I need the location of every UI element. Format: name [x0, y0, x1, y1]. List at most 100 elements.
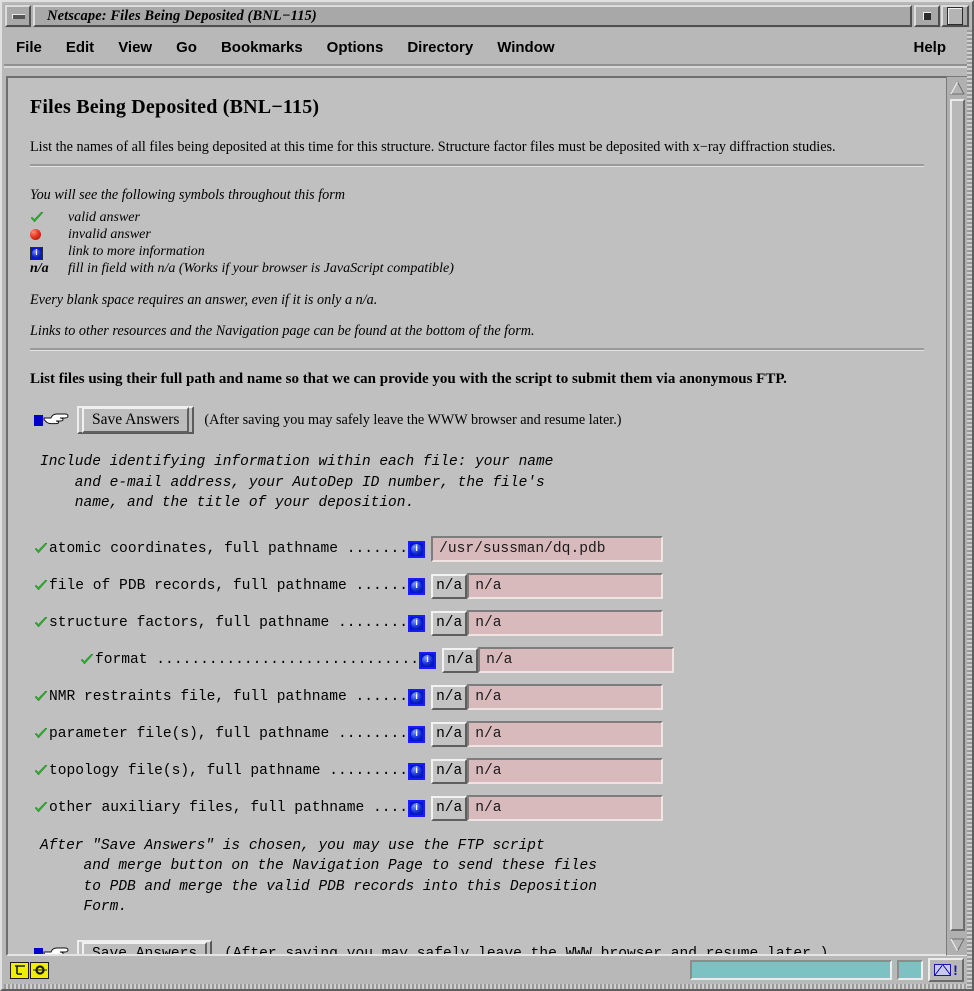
legend-intro: You will see the following symbols throu… — [30, 187, 346, 203]
pointing-hand-icon — [34, 412, 69, 428]
mail-button[interactable]: ! — [928, 958, 964, 982]
file-path-input[interactable]: n/a — [467, 758, 664, 785]
symbol-legend: valid answer invalid answer i link to mo… — [30, 210, 454, 278]
menu-item-view[interactable]: View — [108, 36, 162, 59]
file-field-row: other auxiliary files, full pathname ...… — [34, 795, 928, 822]
mono-instructions-bottom: After "Save Answers" is chosen, you may … — [40, 837, 597, 916]
file-path-input[interactable]: n/a — [467, 610, 664, 637]
file-field-label: format .............................. — [95, 652, 420, 669]
rule-top — [30, 164, 924, 167]
check-icon — [30, 211, 44, 224]
menu-item-go[interactable]: Go — [166, 36, 207, 59]
page-intro: List the names of all files being deposi… — [30, 139, 836, 155]
check-icon — [34, 802, 48, 814]
window-menu-icon — [11, 13, 25, 19]
info-icon[interactable]: i — [408, 762, 426, 780]
info-icon[interactable]: i — [408, 799, 426, 817]
minimize-button[interactable] — [914, 5, 940, 27]
window-title: Netscape: Files Being Deposited (BNL−115… — [47, 7, 317, 24]
status-message — [54, 960, 686, 980]
check-icon — [34, 617, 48, 629]
file-field-row: topology file(s), full pathname ........… — [34, 758, 928, 785]
na-fill-button[interactable]: n/a — [431, 721, 468, 747]
status-bar: ! — [6, 957, 968, 983]
window-resize-edge-bottom[interactable] — [4, 984, 970, 989]
file-path-input[interactable]: n/a — [467, 684, 664, 711]
menu-item-window[interactable]: Window — [487, 36, 564, 59]
legend-label-invalid: invalid answer — [68, 227, 151, 242]
progress-bar-secondary — [897, 960, 923, 980]
exclamation-icon: ! — [953, 962, 958, 978]
info-icon: i — [30, 247, 43, 260]
scrollbar-thumb[interactable] — [950, 99, 965, 931]
file-field-label: other auxiliary files, full pathname ...… — [49, 800, 409, 817]
save-answers-row-top: Save Answers (After saving you may safel… — [34, 406, 928, 434]
na-fill-button[interactable]: n/a — [442, 647, 479, 673]
note-links: Links to other resources and the Navigat… — [30, 323, 535, 339]
info-icon[interactable]: i — [408, 577, 426, 595]
file-field-label: atomic coordinates, full pathname ......… — [49, 541, 409, 558]
file-path-input[interactable]: /usr/sussman/dq.pdb — [431, 536, 664, 563]
page-title: Files Being Deposited (BNL−115) — [30, 96, 320, 118]
document-frame: Files Being Deposited (BNL−115) List the… — [6, 76, 948, 956]
security-icon[interactable] — [10, 961, 29, 979]
legend-label-info: link to more information — [68, 244, 205, 259]
check-icon — [80, 654, 94, 666]
menu-item-edit[interactable]: Edit — [56, 36, 104, 59]
info-icon[interactable]: i — [408, 688, 426, 706]
na-fill-button[interactable]: n/a — [431, 610, 468, 636]
file-path-input[interactable]: n/a — [467, 721, 664, 748]
pointing-hand-icon-bottom — [34, 946, 69, 954]
save-answers-button-top[interactable]: Save Answers — [77, 406, 195, 434]
legend-symbol-valid — [30, 210, 68, 227]
file-path-input[interactable]: n/a — [478, 647, 675, 674]
file-path-input[interactable]: n/a — [467, 795, 664, 822]
scroll-down-button[interactable] — [949, 936, 966, 953]
window-menu-button[interactable] — [5, 5, 31, 27]
save-answers-button-top-label: Save Answers — [82, 407, 190, 433]
file-field-row: parameter file(s), full pathname .......… — [34, 721, 928, 748]
save-answers-hint-bottom: (After saving you may safely leave the W… — [224, 945, 829, 956]
info-icon[interactable]: i — [408, 614, 426, 632]
netscape-icon[interactable] — [30, 961, 49, 979]
info-icon[interactable]: i — [419, 651, 437, 669]
vertical-scrollbar[interactable] — [946, 76, 968, 956]
file-field-label: parameter file(s), full pathname .......… — [49, 726, 409, 743]
red-ball-icon — [30, 229, 41, 241]
save-answers-button-bottom-label: Save Answers — [82, 942, 208, 954]
na-fill-button[interactable]: n/a — [431, 758, 468, 784]
triangle-down-icon — [950, 938, 965, 952]
info-icon[interactable]: i — [408, 725, 426, 743]
legend-row-info: i link to more information — [30, 244, 454, 261]
legend-symbol-na: n/a — [30, 261, 68, 278]
check-icon — [34, 543, 48, 555]
menu-item-directory[interactable]: Directory — [397, 36, 483, 59]
maximize-button[interactable] — [941, 5, 969, 27]
menu-bar: File Edit View Go Bookmarks Options Dire… — [4, 30, 970, 66]
na-fill-button[interactable]: n/a — [431, 573, 468, 599]
file-field-row: structure factors, full pathname .......… — [34, 610, 928, 637]
file-field-label: file of PDB records, full pathname .....… — [49, 578, 409, 595]
info-icon[interactable]: i — [408, 540, 426, 558]
status-icons — [10, 961, 50, 979]
window-resize-edge-right[interactable] — [967, 30, 972, 989]
check-icon — [34, 765, 48, 777]
na-fill-button[interactable]: n/a — [431, 684, 468, 710]
legend-label-valid: valid answer — [68, 210, 140, 225]
mail-envelope-icon — [934, 964, 952, 976]
file-field-row: format .............................. i n/… — [80, 647, 928, 674]
save-answers-button-bottom[interactable]: Save Answers — [77, 940, 213, 954]
progress-bar-primary — [690, 960, 892, 980]
file-path-input[interactable]: n/a — [467, 573, 664, 600]
minimize-icon — [923, 12, 931, 20]
scroll-up-button[interactable] — [949, 79, 966, 96]
na-fill-button[interactable]: n/a — [431, 795, 468, 821]
menu-item-file[interactable]: File — [6, 36, 52, 59]
netscape-window: Netscape: Files Being Deposited (BNL−115… — [0, 0, 974, 991]
menu-item-bookmarks[interactable]: Bookmarks — [211, 36, 313, 59]
check-icon — [34, 728, 48, 740]
check-icon — [34, 691, 48, 703]
menu-item-options[interactable]: Options — [317, 36, 394, 59]
title-bar: Netscape: Files Being Deposited (BNL−115… — [4, 4, 970, 28]
menu-item-help[interactable]: Help — [903, 36, 956, 59]
